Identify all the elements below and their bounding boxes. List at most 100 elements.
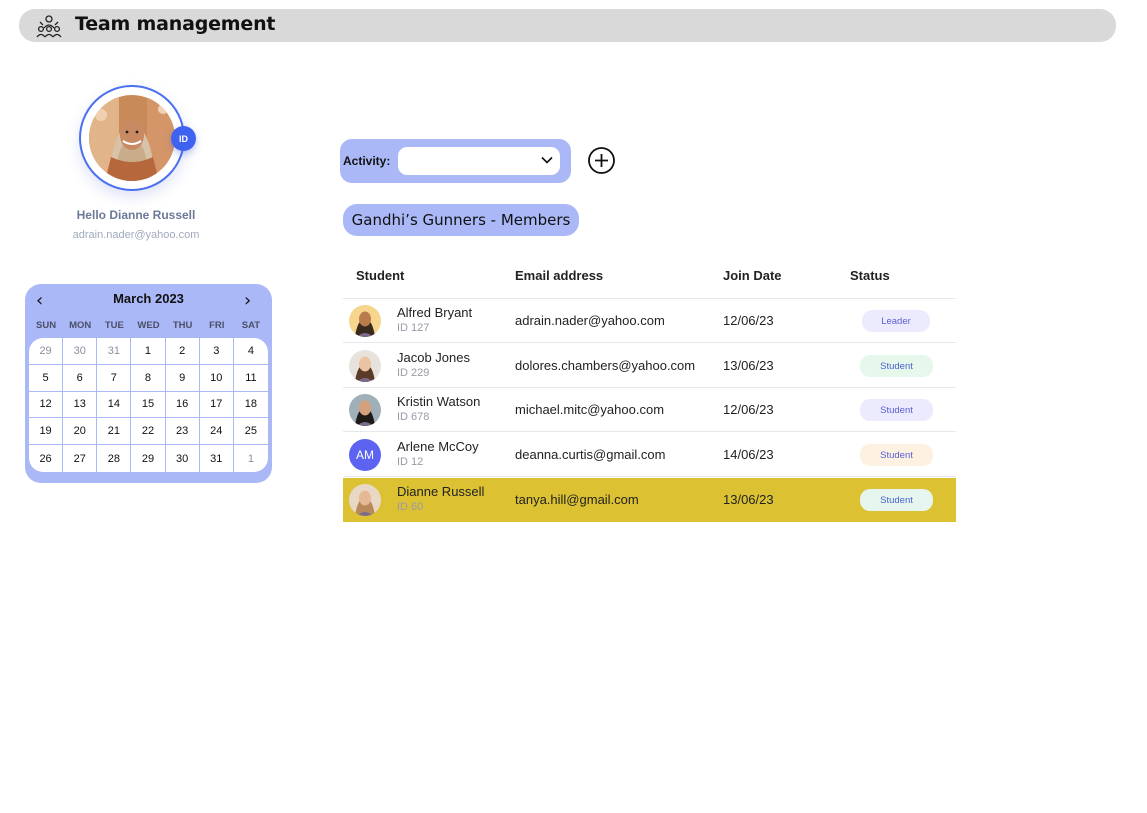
student-name: Dianne Russell: [397, 484, 485, 499]
student-id: ID 127: [397, 322, 430, 334]
calendar-day[interactable]: 8: [131, 364, 166, 392]
student-name: Jacob Jones: [397, 350, 470, 365]
weekday-label: SUN: [36, 320, 57, 331]
calendar-day[interactable]: 16: [165, 391, 200, 419]
calendar-day[interactable]: 21: [97, 418, 132, 446]
student-name: Alfred Bryant: [397, 305, 473, 320]
weekday-label: WED: [137, 320, 160, 331]
team-title: Gandhi’s Gunners - Members: [343, 204, 579, 236]
calendar-day[interactable]: 19: [29, 418, 64, 446]
table-row[interactable]: Kristin Watson ID 678 michael.mitc@yahoo…: [343, 388, 956, 432]
plus-circle-icon[interactable]: [587, 146, 616, 175]
column-header-student[interactable]: Student: [356, 268, 404, 283]
chevron-down-icon: [541, 156, 553, 164]
calendar-day[interactable]: 6: [63, 364, 98, 392]
calendar-day[interactable]: 2: [165, 338, 200, 365]
calendar-day[interactable]: 24: [199, 418, 234, 446]
avatar: AM: [349, 439, 381, 471]
calendar-day[interactable]: 15: [131, 391, 166, 419]
greeting-text: Hello Dianne Russell: [76, 208, 196, 222]
calendar-day[interactable]: 25: [233, 418, 268, 446]
activity-select[interactable]: [398, 147, 560, 175]
student-email: deanna.curtis@gmail.com: [515, 447, 666, 462]
table-row[interactable]: Dianne Russell ID 60 tanya.hill@gmail.co…: [343, 478, 956, 522]
status-badge: Student: [860, 489, 933, 511]
calendar-day[interactable]: 11: [233, 365, 268, 392]
calendar-day[interactable]: 27: [63, 445, 98, 472]
top-bar: Team management: [19, 9, 1116, 42]
calendar-day[interactable]: 29: [131, 445, 166, 472]
calendar-grid: 29 30 31 1 2 3 4 5 6 7 8 9 10 11 12 13 14 15 16 17 18 19 20 21 2…: [29, 338, 268, 472]
chevron-right-icon[interactable]: ›: [244, 290, 251, 311]
calendar-day[interactable]: 30: [166, 445, 200, 472]
calendar-day[interactable]: 9: [165, 364, 200, 392]
weekday-label: TUE: [104, 320, 124, 331]
calendar-day[interactable]: 22: [131, 418, 166, 446]
row-divider: [343, 476, 956, 477]
calendar-day[interactable]: 29: [29, 338, 64, 365]
column-header-email[interactable]: Email address: [515, 268, 603, 283]
student-id: ID 229: [397, 367, 430, 379]
student-name: Kristin Watson: [397, 394, 481, 409]
calendar-day[interactable]: 28: [97, 445, 132, 472]
join-date: 13/06/23: [723, 358, 774, 373]
student-email: dolores.chambers@yahoo.com: [515, 358, 696, 373]
column-header-status[interactable]: Status: [850, 268, 890, 283]
calendar-day[interactable]: 1: [131, 338, 166, 365]
status-badge: Student: [860, 399, 933, 421]
team-icon: [36, 15, 62, 38]
page-title: Team management: [75, 13, 276, 35]
student-name: Arlene McCoy: [397, 439, 479, 454]
calendar-day[interactable]: 3: [199, 338, 234, 365]
calendar-day[interactable]: 31: [200, 445, 234, 472]
activity-filter: Activity:: [340, 139, 571, 183]
calendar-day[interactable]: 4: [233, 338, 268, 365]
join-date: 12/06/23: [723, 313, 774, 328]
calendar-day[interactable]: 30: [63, 338, 98, 365]
join-date: 14/06/23: [723, 447, 774, 462]
table-row[interactable]: AM Arlene McCoy ID 12 deanna.curtis@gmai…: [343, 433, 956, 477]
calendar-day[interactable]: 14: [97, 391, 132, 419]
profile-avatar[interactable]: [79, 85, 185, 191]
calendar-day[interactable]: 23: [165, 418, 200, 446]
profile-email: adrain.nader@yahoo.com: [72, 229, 200, 241]
student-email: adrain.nader@yahoo.com: [515, 313, 665, 328]
table-row[interactable]: Jacob Jones ID 229 dolores.chambers@yaho…: [343, 344, 956, 388]
avatar-photo: [89, 95, 175, 181]
column-header-join-date[interactable]: Join Date: [723, 268, 782, 283]
weekday-label: THU: [172, 320, 193, 331]
calendar-day[interactable]: 26: [29, 445, 64, 472]
avatar: [349, 305, 381, 337]
calendar-day[interactable]: 20: [63, 418, 98, 446]
join-date: 12/06/23: [723, 402, 774, 417]
weekday-header: SUN MON TUE WED THU FRI SAT: [29, 320, 268, 331]
calendar-day[interactable]: 5: [29, 364, 64, 392]
student-email: tanya.hill@gmail.com: [515, 492, 639, 507]
calendar-day[interactable]: 18: [233, 392, 268, 419]
calendar-day[interactable]: 31: [97, 338, 132, 365]
row-divider: [343, 342, 956, 343]
avatar: [349, 484, 381, 516]
status-badge: Student: [860, 355, 933, 377]
calendar: ‹ March 2023 › SUN MON TUE WED THU FRI S…: [25, 284, 272, 483]
calendar-day[interactable]: 13: [63, 391, 98, 419]
student-id: ID 60: [397, 501, 424, 513]
calendar-day[interactable]: 7: [97, 364, 132, 392]
student-email: michael.mitc@yahoo.com: [515, 402, 665, 417]
id-badge[interactable]: ID: [171, 126, 196, 151]
status-badge: Leader: [862, 310, 930, 332]
student-id: ID 678: [397, 411, 430, 423]
weekday-label: FRI: [209, 320, 225, 331]
join-date: 13/06/23: [723, 492, 774, 507]
weekday-label: SAT: [241, 320, 261, 331]
avatar: [349, 350, 381, 382]
calendar-month: March 2023: [113, 291, 184, 306]
row-divider: [343, 431, 956, 432]
calendar-day[interactable]: 17: [199, 391, 234, 419]
weekday-label: MON: [69, 320, 92, 331]
avatar: [349, 394, 381, 426]
table-row[interactable]: Alfred Bryant ID 127 adrain.nader@yahoo.…: [343, 299, 956, 343]
calendar-day[interactable]: 12: [29, 391, 64, 419]
calendar-day[interactable]: 1: [234, 445, 268, 472]
calendar-day[interactable]: 10: [199, 364, 234, 392]
